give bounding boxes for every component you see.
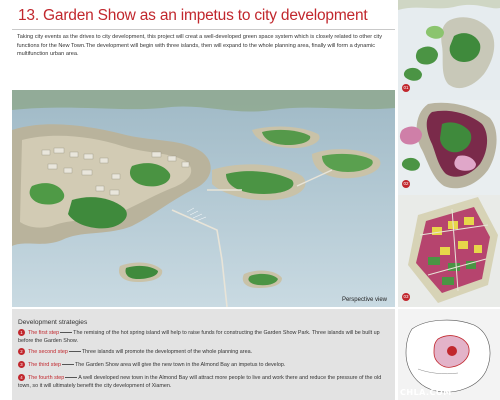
strategies-title: Development strategies [18,319,88,326]
step-number-badge: 3 [18,361,25,368]
phase-map-1 [398,0,500,100]
locator-map [398,309,500,400]
poster-page: 13. Garden Show as an impetus to city de… [0,0,500,400]
perspective-view-image: Perspective view [12,90,395,307]
phase-map-3 [398,195,500,307]
strategy-step: 1 The first step The remising of the hot s… [18,329,392,345]
step-label: The fourth step [28,374,65,381]
strategy-step: 2 The second step Three islands will promo… [18,348,392,357]
step-dash [65,377,78,378]
step-label: The first step [28,329,60,336]
step-label: The third step [28,361,61,368]
strategy-step: 4 The fourth step A well developed new tow… [18,374,392,390]
side-diagram-1: 01 [398,0,500,100]
title-bar: 13. Garden Show as an impetus to city de… [12,4,395,30]
step-number-badge: 2 [18,348,25,355]
intro-paragraph: Taking city events as the drives to city… [17,34,383,58]
step-text: Three islands will promote the developme… [81,348,253,355]
panel-number-badge: 02 [402,180,410,188]
page-title: 13. Garden Show as an impetus to city de… [18,7,368,24]
panel-number-badge: 03 [402,293,410,301]
step-text: The remising of the hot spring island wi… [18,329,380,344]
step-dash [61,364,74,365]
step-dash [68,351,81,352]
step-number-badge: 1 [18,329,25,336]
side-diagram-3: 03 [398,195,500,307]
perspective-render [12,90,395,307]
development-strategies: Development strategies 1 The first step Th… [12,309,395,400]
watermark-text: CHLA.COM [400,388,452,397]
side-diagram-2: 02 [398,100,500,195]
step-dash [60,332,73,333]
perspective-view-label: Perspective view [341,297,387,303]
strategy-step: 3 The third step The Garden Show area will… [18,361,392,370]
step-number-badge: 4 [18,374,25,381]
locator-map-drawing [398,309,500,400]
step-label: The second step [28,348,68,355]
step-text: The Garden Show area will give the new t… [74,361,286,368]
panel-number-badge: 01 [402,84,410,92]
phase-map-2 [398,100,500,195]
